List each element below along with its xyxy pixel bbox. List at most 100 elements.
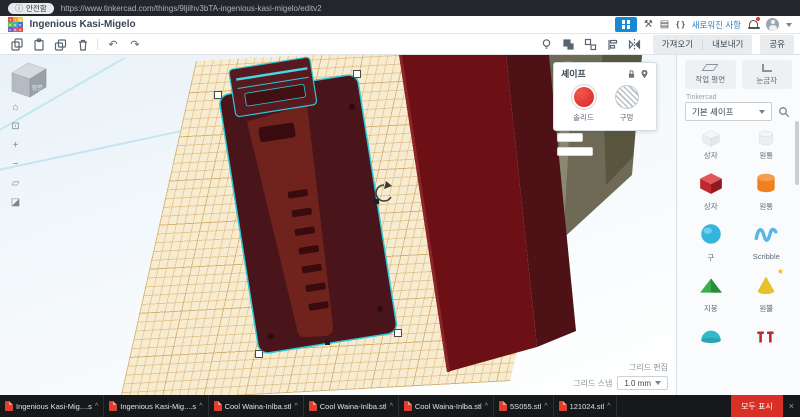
undo-button[interactable]: ↶	[103, 36, 123, 53]
logo-tile: R	[18, 22, 23, 27]
snap-grid-select[interactable]: 1.0 mm	[617, 376, 668, 390]
duplicate-button[interactable]	[50, 36, 70, 53]
expand-caret-icon[interactable]: ^	[294, 403, 297, 410]
notifications-button[interactable]	[747, 17, 760, 30]
expand-caret-icon[interactable]: ^	[95, 403, 98, 410]
download-item[interactable]: Ingenious Kasi-Mig....stl ^	[104, 395, 209, 417]
download-file-name[interactable]: Ingenious Kasi-Mig....stl	[120, 402, 196, 411]
download-item[interactable]: 5S055.stl ^	[494, 395, 554, 417]
blocks-grid-button[interactable]	[614, 17, 637, 32]
shape-item-clear-cylinder[interactable]: 원통	[740, 128, 794, 161]
url-text[interactable]: https://www.tinkercad.com/things/9ljilhv…	[61, 4, 322, 13]
watch-band-object[interactable]	[215, 55, 398, 354]
orthographic-view-button[interactable]: ▱	[9, 177, 22, 190]
expand-caret-icon[interactable]: ^	[390, 403, 393, 410]
workplane-icon	[701, 64, 719, 71]
download-file-name[interactable]: 121024.stl	[570, 402, 605, 411]
ungroup-button[interactable]	[581, 36, 601, 53]
redo-button[interactable]: ↷	[125, 36, 145, 53]
share-button[interactable]: 공유	[760, 35, 794, 54]
perspective-view-button[interactable]: ◪	[9, 196, 22, 209]
expand-caret-icon[interactable]: ^	[199, 403, 202, 410]
shape-item-roof[interactable]: 지붕	[684, 269, 738, 314]
search-icon	[779, 106, 790, 117]
account-chevron-down-icon[interactable]	[786, 22, 792, 27]
download-item[interactable]: Cool Waina-Inlba.stl ^	[209, 395, 304, 417]
download-file-name[interactable]: Cool Waina-Inlba.stl	[415, 402, 482, 411]
security-badge[interactable]: ⓘ 안전함	[8, 2, 54, 14]
browser-address-bar[interactable]: ⓘ 안전함 https://www.tinkercad.com/things/9…	[0, 0, 800, 16]
group-button[interactable]	[559, 36, 579, 53]
download-item[interactable]: Cool Waina-Inlba.stl ^	[304, 395, 399, 417]
shape-item-box[interactable]: 상자	[684, 167, 738, 212]
text-shape-icon	[753, 320, 779, 352]
show-all-downloads-button[interactable]: 모두 표시	[731, 395, 783, 417]
solid-swatch-icon[interactable]	[571, 85, 596, 109]
close-shelf-icon[interactable]: ×	[783, 401, 800, 411]
rotate-handle[interactable]	[375, 181, 392, 202]
dimension-pill[interactable]	[557, 133, 583, 142]
downloads-shelf: Ingenious Kasi-Mig....stl ^ Ingenious Ka…	[0, 395, 800, 417]
download-item[interactable]: Ingenious Kasi-Mig....stl ^	[0, 395, 105, 417]
avatar[interactable]	[766, 18, 779, 31]
whats-new-link[interactable]: 새로워진 사항	[692, 19, 741, 31]
ruler-tool-button[interactable]: 눈금자	[741, 60, 792, 89]
expand-caret-icon[interactable]: ^	[485, 403, 488, 410]
shape-category-select[interactable]: 기본 셰이프	[685, 102, 772, 121]
bricks-icon[interactable]: ▤	[660, 17, 669, 32]
download-file-name[interactable]: Ingenious Kasi-Mig....stl	[16, 402, 92, 411]
lock-icon[interactable]	[627, 69, 636, 79]
download-item[interactable]: 121024.stl ^	[554, 395, 617, 417]
shape-item-halfsphere[interactable]	[684, 320, 738, 354]
height-handle[interactable]	[325, 340, 330, 345]
shape-item-sphere[interactable]: 구	[684, 218, 738, 263]
download-file-name[interactable]: 5S055.stl	[510, 402, 541, 411]
delete-button[interactable]	[72, 36, 92, 53]
shape-search-button[interactable]	[776, 106, 792, 118]
expand-caret-icon[interactable]: ^	[544, 403, 547, 410]
design-title[interactable]: Ingenious Kasi-Migelo	[30, 19, 136, 30]
codeblocks-braces-icon[interactable]: { }	[676, 17, 684, 32]
hole-option[interactable]: 구멍	[614, 85, 639, 123]
view-cube[interactable]: 정면	[6, 59, 50, 99]
hole-swatch-icon[interactable]	[614, 85, 639, 109]
shape-item-cylinder[interactable]: 원통	[740, 167, 794, 212]
shape-item-label: 상자	[703, 151, 718, 160]
export-button[interactable]: 내보내기	[703, 35, 752, 54]
download-file-name[interactable]: Cool Waina-Inlba.stl	[320, 402, 387, 411]
show-all-bulb-button[interactable]	[537, 36, 557, 53]
import-button[interactable]: 가져오기	[653, 35, 702, 54]
workplane-tool-button[interactable]: 작업 평면	[685, 60, 736, 89]
shape-item-clear-box[interactable]: 상자	[684, 128, 738, 161]
dimension-pill[interactable]	[557, 147, 593, 156]
height-handle[interactable]	[374, 199, 379, 204]
minecraft-pickaxe-icon[interactable]: ⚒	[644, 17, 653, 32]
paste-button[interactable]	[28, 36, 48, 53]
expand-caret-icon[interactable]: ^	[607, 403, 610, 410]
download-file-name[interactable]: Cool Waina-Inlba.stl	[225, 402, 292, 411]
zoom-in-button[interactable]: +	[9, 139, 22, 152]
download-item[interactable]: Cool Waina-Inlba.stl ^	[399, 395, 495, 417]
shape-item-text[interactable]	[740, 320, 794, 354]
fit-view-button[interactable]: ⊡	[9, 120, 22, 133]
location-pin-icon[interactable]	[640, 69, 649, 79]
align-button[interactable]	[603, 36, 623, 53]
edit-grid-link[interactable]: 그리드 편집	[629, 362, 668, 373]
shape-item-label: 원통	[759, 151, 774, 160]
sidebar-scrollbar[interactable]	[795, 121, 799, 185]
copy-button[interactable]	[6, 36, 26, 53]
mirror-flip-button[interactable]	[625, 36, 645, 53]
home-view-button[interactable]: ⌂	[9, 101, 22, 114]
shape-item-cone[interactable]: ★ 원뿔	[740, 267, 794, 314]
shape-item-scribble[interactable]: Scribble	[740, 218, 794, 263]
zoom-out-button[interactable]: −	[9, 158, 22, 171]
solid-option[interactable]: 솔리드	[571, 85, 596, 123]
workplane-tool-label: 작업 평면	[695, 75, 726, 84]
tinkercad-logo[interactable]: TINKERCAD	[8, 17, 23, 32]
star-icon[interactable]: ★	[777, 267, 784, 276]
view-cube-label: 정면	[32, 84, 43, 92]
design-canvas[interactable]: 정면 ⌂ ⊡ + − ▱ ◪ 셰이프 솔리드 구멍 그리드 편집 그리드 스냅 …	[0, 55, 676, 395]
shape-item-label: 지붕	[703, 304, 718, 313]
info-icon: ⓘ	[15, 3, 23, 13]
red-box-object[interactable]	[399, 55, 576, 372]
